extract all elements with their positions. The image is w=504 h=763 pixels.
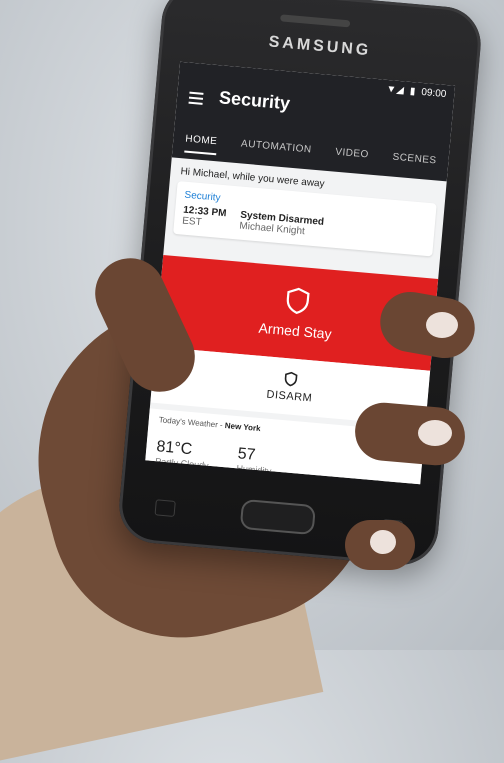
tab-home[interactable]: HOME — [184, 133, 218, 156]
menu-icon[interactable] — [188, 89, 204, 108]
shield-outline-icon — [284, 371, 298, 386]
status-time: 09:00 — [420, 86, 447, 101]
battery-icon: ▮ — [409, 85, 416, 98]
phone-device: SAMSUNG ▼◢ ▮ 09:00 Security HOME AUTOMAT… — [116, 0, 484, 568]
armed-status-label: Armed Stay — [257, 319, 333, 342]
weather-heading-text: Today's Weather - — [158, 415, 226, 431]
signal-icon: ▼◢ — [385, 83, 405, 97]
phone-speaker — [280, 14, 351, 28]
tab-scenes[interactable]: SCENES — [391, 152, 437, 175]
phone-brand: SAMSUNG — [268, 33, 372, 60]
middle-fingernail — [418, 420, 452, 446]
status-bar: ▼◢ ▮ 09:00 — [386, 84, 447, 100]
recent-apps-key[interactable] — [154, 499, 176, 517]
tab-video[interactable]: VIDEO — [334, 147, 369, 169]
weather-location: New York — [224, 421, 261, 434]
page-title: Security — [218, 87, 291, 114]
disarm-label: DISARM — [266, 388, 313, 405]
shield-icon — [286, 287, 310, 315]
home-button[interactable] — [239, 498, 316, 536]
tab-automation[interactable]: AUTOMATION — [240, 138, 312, 163]
humidity-label: Humidity — [236, 463, 272, 477]
ring-fingernail — [370, 530, 396, 554]
index-fingernail — [426, 312, 458, 338]
